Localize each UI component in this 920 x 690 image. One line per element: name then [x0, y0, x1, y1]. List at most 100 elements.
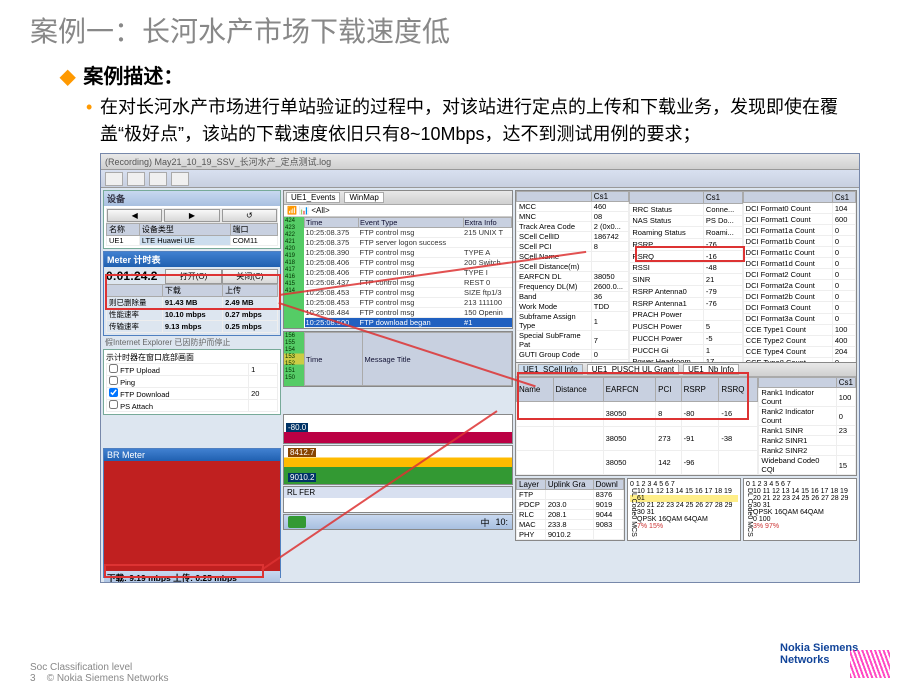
param-cell: 0	[832, 302, 855, 313]
evt-row[interactable]: 10:25:08.453FTP control msgSIZE ftp1/3	[305, 288, 512, 298]
param-cell: RSRP	[630, 239, 704, 251]
meter-val: 0.25 mbps	[223, 321, 278, 333]
param-cell: Rank2 Indicator Count	[759, 407, 836, 426]
evt-row[interactable]: 10:25:08.406FTP control msgTYPE I	[305, 268, 512, 278]
evt-row[interactable]: 10:25:08.375FTP server logon success	[305, 238, 512, 248]
msg-th: Message Title	[363, 333, 512, 386]
param-cell: 15	[836, 456, 855, 475]
param-cell: 1	[703, 344, 742, 356]
evt-cell: 10:25:08.375	[305, 238, 359, 248]
nb-tab[interactable]: UE1_Nb Info	[683, 364, 739, 375]
param-cell: 186742	[591, 232, 629, 242]
start-icon[interactable]	[288, 516, 306, 528]
meter-close-btn[interactable]: 关闭(C)	[222, 269, 278, 284]
events-panel: UE1_Events WinMap 📶 📊 <All> 424423422421…	[283, 190, 513, 329]
window-titlebar: (Recording) May21_10_19_SSV_长河水产_定点测试.lo…	[101, 154, 859, 170]
evt-row[interactable]: 10:25:08.453FTP control msg213 111100	[305, 298, 512, 308]
param-row: DCI Format1b Count0	[743, 236, 855, 247]
evt-row[interactable]: 10:25:08.437FTP control msgREST 0	[305, 278, 512, 288]
layer-row: PDCP203.09019	[517, 500, 624, 510]
tool-btn[interactable]	[127, 172, 145, 186]
mcs-label: DL Code0 MCS	[746, 488, 753, 537]
param-cell: TDD	[591, 302, 629, 312]
taskbar: 中 10:	[283, 514, 513, 530]
fps-panel: 示计时器在窗口底部画面 FTP Upload1 Ping FTP Downloa…	[103, 349, 281, 415]
param-cell: Rank2 SINR2	[759, 446, 836, 456]
param-row: PUCCH Power-5	[630, 333, 742, 345]
mcs-pct: 0 100	[746, 516, 854, 523]
param-row: PRACH Power	[630, 309, 742, 321]
br-meter-panel: BR Meter 下载: 9.19 mbps 上传: 0.25 mbps	[103, 448, 281, 578]
evt-cell: 10:25:08.437	[305, 278, 359, 288]
scell-cell: -96	[681, 450, 719, 474]
scell-tab[interactable]: UE1_SCell Info	[518, 364, 583, 375]
param-cell	[836, 446, 855, 456]
events-tab[interactable]: UE1_Events	[286, 192, 340, 203]
nav-btn[interactable]: ↺	[222, 209, 277, 222]
chart-strip: -80.0 8412.79010.2 RL FER 中 10:	[283, 414, 513, 582]
nav-btn[interactable]: ▶	[164, 209, 219, 222]
fps-val	[249, 400, 278, 412]
col-hdr: Cs1	[703, 192, 742, 204]
footer: Soc Classification level 3 © Nokia Sieme…	[30, 662, 169, 684]
fps-check[interactable]	[109, 364, 118, 373]
section-heading: 案例描述：	[60, 60, 890, 89]
evt-row[interactable]: 10:25:08.390FTP control msgTYPE A	[305, 248, 512, 258]
evt-cell: TYPE I	[463, 268, 511, 278]
param-cell: 0	[832, 291, 855, 302]
scell-th: RSRP	[681, 378, 719, 402]
evt-filter[interactable]: <All>	[311, 206, 329, 215]
ie-note: 假Internet Explorer 已因防护而停止	[103, 337, 281, 348]
layer-cell: 203.0	[545, 500, 593, 510]
fps-check[interactable]	[109, 376, 118, 385]
mcs-row: 10 11 12 13 14 15 16 17 18 19	[746, 488, 854, 495]
evt-cell: TYPE A	[463, 248, 511, 258]
task-lang[interactable]: 中	[480, 516, 489, 529]
fps-val: 20	[249, 388, 278, 400]
param-cell: DCI Format1d Count	[743, 258, 832, 269]
layer-cell	[593, 530, 623, 540]
layer-th: Layer	[517, 480, 546, 490]
tool-btn[interactable]	[105, 172, 123, 186]
param-cell: 8	[591, 242, 629, 252]
param-cell: 2600.0...	[591, 282, 629, 292]
evt-row[interactable]: 10:25:08.500FTP download began#1	[305, 318, 512, 328]
meter-val: 0.27 mbps	[223, 309, 278, 321]
param-row: DCI Format0 Count104	[743, 203, 855, 214]
param-cell: PUCCH Power	[630, 333, 704, 345]
tool-btn[interactable]	[149, 172, 167, 186]
param-cell: DCI Format1b Count	[743, 236, 832, 247]
evt-row[interactable]: 10:25:08.375FTP control msg215 UNIX T	[305, 228, 512, 238]
evt-row[interactable]: 10:25:08.406FTP control msg200 Switch	[305, 258, 512, 268]
param-row: GUTI Group Code0	[517, 350, 629, 360]
fps-check[interactable]	[109, 400, 118, 409]
tool-btn[interactable]	[171, 172, 189, 186]
param-row: NAS StatusPS Do...	[630, 215, 742, 227]
scell-cell: -80	[681, 402, 719, 426]
param-cell: MCC	[517, 202, 592, 212]
fps-item: FTP Upload	[120, 366, 160, 375]
meter-open-btn[interactable]: 打开(O)	[165, 269, 221, 284]
layer-row: PHY9010.2	[517, 530, 624, 540]
scell-th: PCI	[656, 378, 681, 402]
param-cell: 460	[591, 202, 629, 212]
scell-cell: -91	[681, 426, 719, 450]
fps-item: Ping	[120, 378, 135, 387]
fps-check[interactable]	[109, 388, 118, 397]
layer-row: FTP8376	[517, 490, 624, 500]
param-row: Track Area Code2 (0x0...	[517, 222, 629, 232]
param-cell: PUCCH Gi	[630, 344, 704, 356]
nav-btn[interactable]: ◀	[107, 209, 162, 222]
mcs-label: UL Code0 MCS	[630, 488, 637, 537]
pusch-tab[interactable]: UE1_PUSCH UL Grant	[587, 364, 679, 375]
param-cell: GUTI Group Code	[517, 350, 592, 360]
param-row: DCI Format1d Count0	[743, 258, 855, 269]
evt-row[interactable]: 10:25:08.484FTP control msg150 Openin	[305, 308, 512, 318]
param-cell: 0	[836, 407, 855, 426]
layer-cell: MAC	[517, 520, 546, 530]
evt-th: Event Type	[359, 218, 464, 228]
scell-th: Distance	[553, 378, 603, 402]
winmap-tab[interactable]: WinMap	[344, 192, 383, 203]
param-row: DCI Format1 Count600	[743, 214, 855, 225]
param-cell: 36	[591, 292, 629, 302]
